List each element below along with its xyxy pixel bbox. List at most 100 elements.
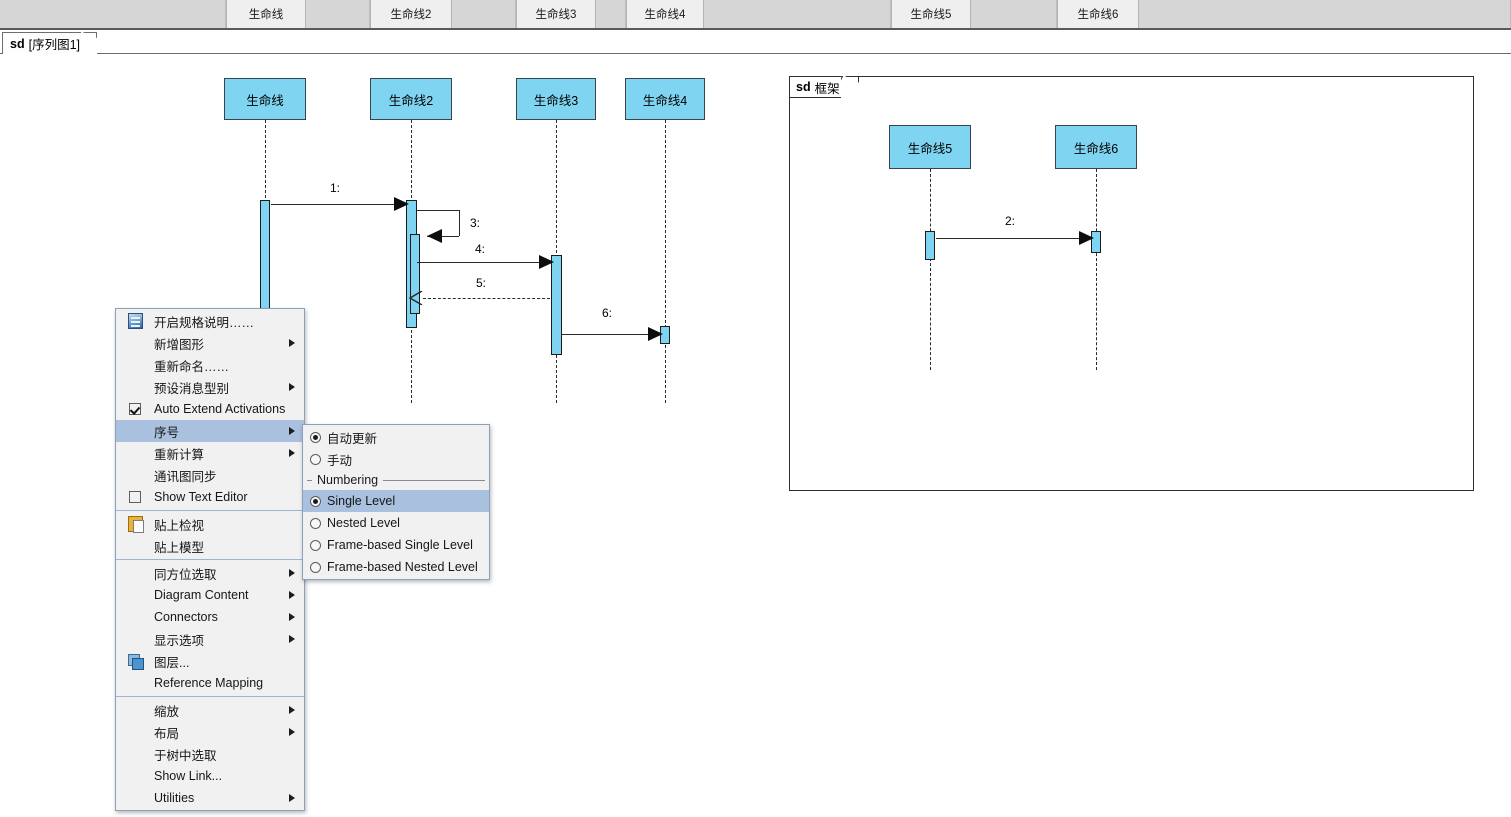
menu-item-1[interactable]: 新增图形 <box>116 332 304 354</box>
lifeline-box-生命线6[interactable]: 生命线6 <box>1055 125 1137 169</box>
menu-item-gutter <box>116 442 154 464</box>
message-line-1[interactable] <box>271 204 405 205</box>
column-header-1[interactable]: 生命线 <box>226 0 306 28</box>
menu-item-2[interactable]: 重新命名…… <box>116 354 304 376</box>
lifeline-box-生命线4[interactable]: 生命线4 <box>625 78 705 120</box>
checkbox-checked-icon[interactable] <box>129 403 141 415</box>
column-header-5[interactable]: 生命线5 <box>891 0 971 28</box>
menu-item-label: 贴上模型 <box>154 540 205 555</box>
lifeline-stem-生命线4[interactable] <box>665 120 666 403</box>
lifeline-box-生命线3[interactable]: 生命线3 <box>516 78 596 120</box>
message-line-6[interactable] <box>562 334 659 335</box>
radio-unselected-icon[interactable] <box>309 453 321 465</box>
menu-item-gutter <box>116 699 154 721</box>
message-line-2[interactable] <box>936 238 1090 239</box>
numbering-submenu[interactable]: 自动更新 手动 Numbering Single Level Nested Level F… <box>302 424 490 580</box>
menu-item-10[interactable]: 贴上检视 <box>116 513 304 535</box>
menu-item-label: Show Text Editor <box>154 490 248 504</box>
submenu-arrow-icon <box>289 794 295 802</box>
activation-bar-生命线5[interactable] <box>925 231 935 260</box>
submenu-item-4[interactable]: Nested Level <box>303 512 489 534</box>
column-header-2[interactable]: 生命线2 <box>370 0 452 28</box>
lifeline-box-生命线[interactable]: 生命线 <box>224 78 306 120</box>
message-label-6: 6: <box>602 306 613 320</box>
diagram-name: [序列图1] <box>28 38 80 52</box>
activation-bar-生命线[interactable] <box>260 200 270 312</box>
column-header-gap <box>306 0 370 28</box>
menu-item-5[interactable]: 序号 <box>116 420 304 442</box>
checkbox-unchecked-icon[interactable] <box>129 491 141 503</box>
column-header-gap <box>1139 0 1511 28</box>
menu-item-label: 预设消息型别 <box>154 381 230 396</box>
column-header-4[interactable]: 生命线4 <box>626 0 704 28</box>
submenu-item-3[interactable]: Single Level <box>303 490 489 512</box>
menu-item-gutter <box>116 672 154 694</box>
column-header-gap <box>704 0 891 28</box>
submenu-arrow-icon <box>289 635 295 643</box>
activation-bar-生命线3[interactable] <box>551 255 562 355</box>
frame-tab-corner <box>841 76 859 99</box>
diagram-context-menu[interactable]: 开启规格说明…… 新增图形 重新命名…… 预设消息型别 Auto Extend Acti… <box>115 308 305 811</box>
menu-item-0[interactable]: 开启规格说明…… <box>116 310 304 332</box>
menu-item-23[interactable]: Show Link... <box>116 765 304 787</box>
menu-item-4[interactable]: Auto Extend Activations <box>116 398 304 420</box>
submenu-item-0[interactable]: 自动更新 <box>303 426 489 448</box>
radio-selected-icon[interactable] <box>309 495 321 507</box>
message-arrowhead <box>1079 231 1094 245</box>
menu-item-label: 重新计算 <box>154 447 205 462</box>
menu-item-6[interactable]: 重新计算 <box>116 442 304 464</box>
frame-keyword: sd <box>796 80 811 94</box>
menu-item-18[interactable]: Reference Mapping <box>116 672 304 694</box>
self-message-arrowhead <box>427 229 442 243</box>
self-message-top[interactable] <box>417 210 459 211</box>
radio-unselected-icon[interactable] <box>309 561 321 573</box>
diagram-frame-tab[interactable]: sd [序列图1] <box>2 32 97 54</box>
menu-item-label: Auto Extend Activations <box>154 402 286 416</box>
sequence-diagram-editor: 生命线 生命线2 生命线3 生命线4 生命线5 生命线6 sd [序列图1] 生命线 生命线… <box>0 0 1511 817</box>
lifeline-stem-生命线5[interactable] <box>930 169 931 370</box>
menu-item-label: 通讯图同步 <box>154 469 217 484</box>
interaction-frame-tab: sd 框架 <box>790 77 859 98</box>
menu-item-label: 同方位选取 <box>154 567 217 582</box>
menu-item-3[interactable]: 预设消息型别 <box>116 376 304 398</box>
menu-item-21[interactable]: 布局 <box>116 721 304 743</box>
radio-selected-icon[interactable] <box>309 431 321 443</box>
menu-item-label: Diagram Content <box>154 588 249 602</box>
lifeline-column-header-bar: 生命线 生命线2 生命线3 生命线4 生命线5 生命线6 <box>0 0 1511 30</box>
numbering-group-label: Numbering <box>303 470 489 490</box>
menu-item-11[interactable]: 贴上模型 <box>116 535 304 557</box>
menu-item-17[interactable]: 图层... <box>116 650 304 672</box>
lifeline-stem-生命线6[interactable] <box>1096 169 1097 370</box>
menu-item-13[interactable]: 同方位选取 <box>116 562 304 584</box>
menu-item-14[interactable]: Diagram Content <box>116 584 304 606</box>
menu-item-gutter <box>116 606 154 628</box>
menu-item-8[interactable]: Show Text Editor <box>116 486 304 508</box>
menu-item-22[interactable]: 于树中选取 <box>116 743 304 765</box>
submenu-item-label: Nested Level <box>327 516 400 530</box>
submenu-arrow-icon <box>289 427 295 435</box>
radio-unselected-icon[interactable] <box>309 517 321 529</box>
submenu-item-6[interactable]: Frame-based Nested Level <box>303 556 489 578</box>
column-header-6[interactable]: 生命线6 <box>1057 0 1139 28</box>
submenu-item-1[interactable]: 手动 <box>303 448 489 470</box>
reply-message-arrowhead <box>408 290 423 306</box>
menu-item-16[interactable]: 显示选项 <box>116 628 304 650</box>
column-header-gap <box>596 0 626 28</box>
column-header-3[interactable]: 生命线3 <box>516 0 596 28</box>
menu-item-15[interactable]: Connectors <box>116 606 304 628</box>
menu-separator <box>116 559 304 560</box>
menu-item-label: 贴上检视 <box>154 518 205 533</box>
lifeline-box-生命线2[interactable]: 生命线2 <box>370 78 452 120</box>
reply-message-line-5[interactable] <box>423 298 550 299</box>
menu-item-label: Connectors <box>154 610 218 624</box>
message-line-4[interactable] <box>417 262 550 263</box>
menu-item-24[interactable]: Utilities <box>116 787 304 809</box>
menu-item-20[interactable]: 缩放 <box>116 699 304 721</box>
menu-item-7[interactable]: 通讯图同步 <box>116 464 304 486</box>
menu-item-label: 开启规格说明…… <box>154 315 255 330</box>
message-label-5: 5: <box>476 276 487 290</box>
submenu-item-5[interactable]: Frame-based Single Level <box>303 534 489 556</box>
menu-item-gutter <box>116 765 154 787</box>
radio-unselected-icon[interactable] <box>309 539 321 551</box>
lifeline-box-生命线5[interactable]: 生命线5 <box>889 125 971 169</box>
